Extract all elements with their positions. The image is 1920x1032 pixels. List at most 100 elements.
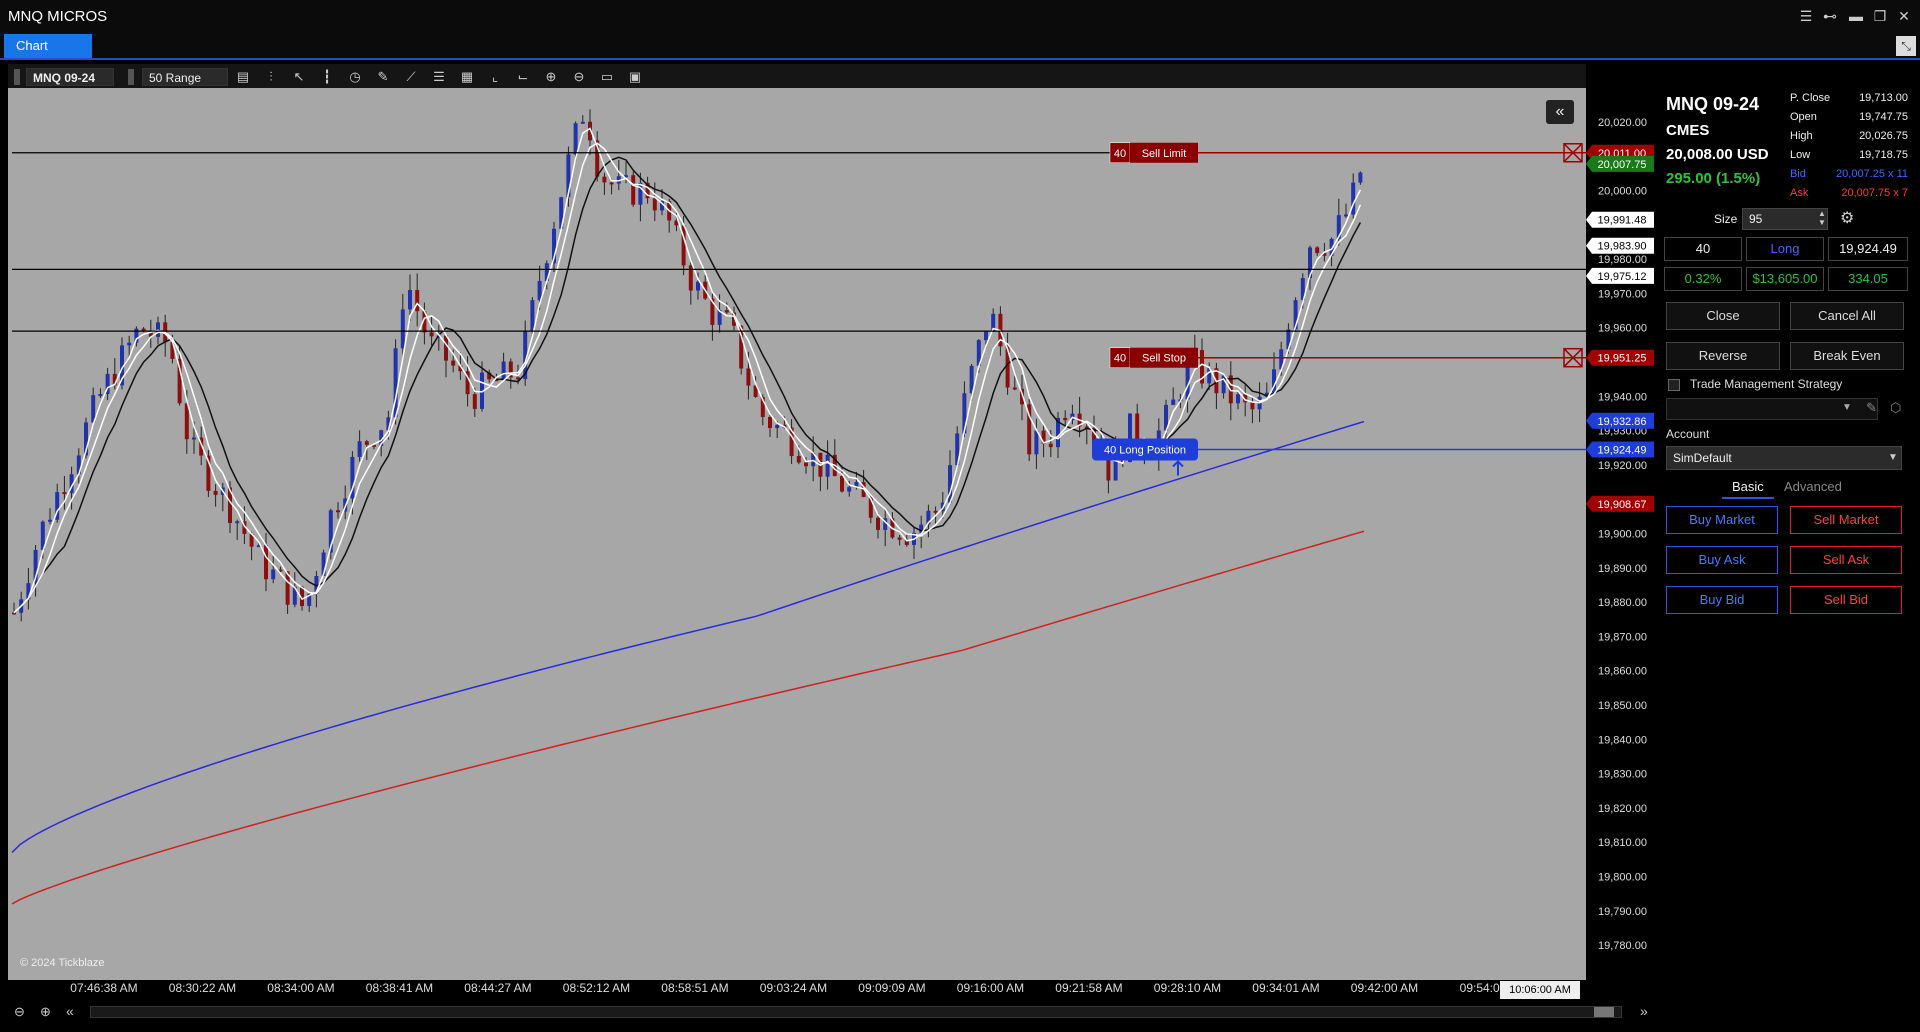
candle-body [652, 198, 657, 211]
price-tag-label: 19,991.48 [1598, 215, 1647, 227]
panel-exchange: CMES [1666, 122, 1710, 139]
candle-body [768, 416, 772, 429]
buy-bid-button[interactable]: Buy Bid [1666, 586, 1778, 614]
scroll-track[interactable] [90, 1006, 1622, 1018]
panel-price: 20,008.00 USD [1666, 146, 1769, 163]
price-tag-label: 19,924.49 [1598, 444, 1647, 456]
candle-body [127, 342, 132, 346]
scroll-end-icon[interactable]: » [1640, 1003, 1648, 1019]
chevron-down-icon: ▼ [1842, 402, 1852, 413]
candle-body [580, 121, 585, 124]
x-tick-label: 09:03:24 AM [760, 981, 827, 995]
watermark: © 2024 Tickblaze [20, 957, 105, 969]
y-tick-label: 19,850.00 [1598, 700, 1647, 712]
size-stepper[interactable]: ▲ ▼ [1818, 209, 1826, 227]
position-qty: 40 [1664, 237, 1742, 261]
candle-body [1063, 417, 1068, 421]
candle-body [1236, 394, 1240, 404]
order-qty: 40 [1114, 148, 1126, 160]
y-tick-label: 19,960.00 [1598, 323, 1647, 335]
tms-checkbox[interactable] [1668, 379, 1680, 391]
size-input[interactable]: 95 [1742, 208, 1828, 230]
y-tick-label: 19,780.00 [1598, 940, 1647, 952]
scroll-start-icon[interactable]: « [66, 1003, 74, 1019]
candle-body [408, 290, 412, 310]
reverse-button[interactable]: Reverse [1666, 342, 1780, 370]
panel-symbol: MNQ 09-24 [1666, 94, 1760, 114]
scroll-thumb[interactable] [1594, 1007, 1614, 1017]
ma-blue-line [11, 420, 1365, 854]
zoom-in-icon[interactable]: ⊕ [40, 1004, 51, 1020]
price-chart: 20,020.00 20,000.00 19,980.00 19,970.00 19,9… [11, 109, 1654, 995]
close-position-button[interactable]: Close [1666, 302, 1780, 330]
stat-row: High 20,026.75 [1790, 130, 1908, 142]
candle-body [1315, 247, 1320, 254]
candle-body [1034, 430, 1039, 455]
size-label: Size [1714, 212, 1738, 226]
stat-value: 19,718.75 [1859, 149, 1908, 161]
price-tag-label: 19,951.25 [1598, 353, 1647, 365]
candle-body [775, 424, 780, 429]
price-tag-label: 19,932.86 [1598, 416, 1647, 428]
price-tag-label: 19,983.90 [1598, 241, 1647, 253]
tms-label: Trade Management Strategy [1690, 377, 1843, 391]
candle-body [98, 394, 103, 397]
buy-market-button[interactable]: Buy Market [1666, 506, 1778, 534]
sell-ask-button[interactable]: Sell Ask [1790, 546, 1902, 574]
x-tick-label: 08:30:22 AM [169, 981, 236, 995]
candle-body [1250, 402, 1255, 410]
candle-body [1012, 387, 1017, 390]
x-tick-label: 09:28:10 AM [1154, 981, 1221, 995]
stat-row: Ask 20,007.75 x 7 [1790, 187, 1908, 199]
y-tick-label: 19,970.00 [1598, 288, 1647, 300]
candle-body [271, 569, 276, 580]
stat-label: Ask [1790, 187, 1809, 199]
tab-advanced[interactable]: Advanced [1784, 479, 1842, 494]
buy-ask-button[interactable]: Buy Ask [1666, 546, 1778, 574]
tab-basic[interactable]: Basic [1732, 479, 1764, 494]
x-tick-label: 07:46:38 AM [70, 981, 137, 995]
candle-body [400, 309, 405, 349]
x-tick-label: 08:44:27 AM [464, 981, 531, 995]
pnl-currency: $13,605.00 [1746, 267, 1824, 291]
candle-body [501, 361, 506, 381]
sell-bid-button[interactable]: Sell Bid [1790, 586, 1902, 614]
gear-icon[interactable]: ⚙ [1840, 208, 1854, 228]
zoom-out-icon[interactable]: ⊖ [14, 1004, 25, 1020]
stat-value: 20,007.75 x 7 [1841, 187, 1908, 199]
order-label: Sell Limit [1142, 148, 1187, 160]
y-tick-label: 19,790.00 [1598, 906, 1647, 918]
edit-icon[interactable]: ✎ [1866, 400, 1877, 416]
entry-arrow-icon [1172, 460, 1184, 476]
candle-body [62, 492, 67, 495]
position-label: 40 Long Position [1104, 444, 1186, 456]
y-tick-label: 19,840.00 [1598, 734, 1647, 746]
order-label: Sell Stop [1142, 353, 1186, 365]
cancel-all-button[interactable]: Cancel All [1790, 302, 1904, 330]
y-tick-label: 19,810.00 [1598, 837, 1647, 849]
ma-black-line [13, 156, 1362, 614]
price-tag-label: 19,908.67 [1598, 499, 1647, 511]
candle-body [746, 368, 751, 386]
candle-body [840, 476, 844, 492]
tab-basic-underline [1722, 497, 1774, 499]
account-select[interactable]: SimDefault [1666, 446, 1902, 470]
collapse-panel-icon[interactable]: « [1546, 100, 1574, 124]
position-side: Long [1746, 237, 1824, 261]
candle-body [364, 441, 369, 445]
y-tick-label: 19,900.00 [1598, 529, 1647, 541]
ma-red-line [11, 530, 1365, 905]
x-tick-label: 08:34:00 AM [267, 981, 334, 995]
pnl-points: 334.05 [1828, 267, 1908, 291]
candle-body [472, 394, 477, 409]
break-even-button[interactable]: Break Even [1790, 342, 1904, 370]
candle-body [847, 487, 852, 492]
price-tag-label: 19,975.12 [1598, 271, 1647, 283]
sell-market-button[interactable]: Sell Market [1790, 506, 1902, 534]
y-tick-label: 19,830.00 [1598, 769, 1647, 781]
candle-body [429, 332, 434, 337]
panel-change: 295.00 (1.5%) [1666, 170, 1761, 187]
ma-white-line [13, 142, 1362, 614]
x-tick-label: 09:34:01 AM [1252, 981, 1319, 995]
cube-icon[interactable]: ⬡ [1890, 400, 1901, 416]
